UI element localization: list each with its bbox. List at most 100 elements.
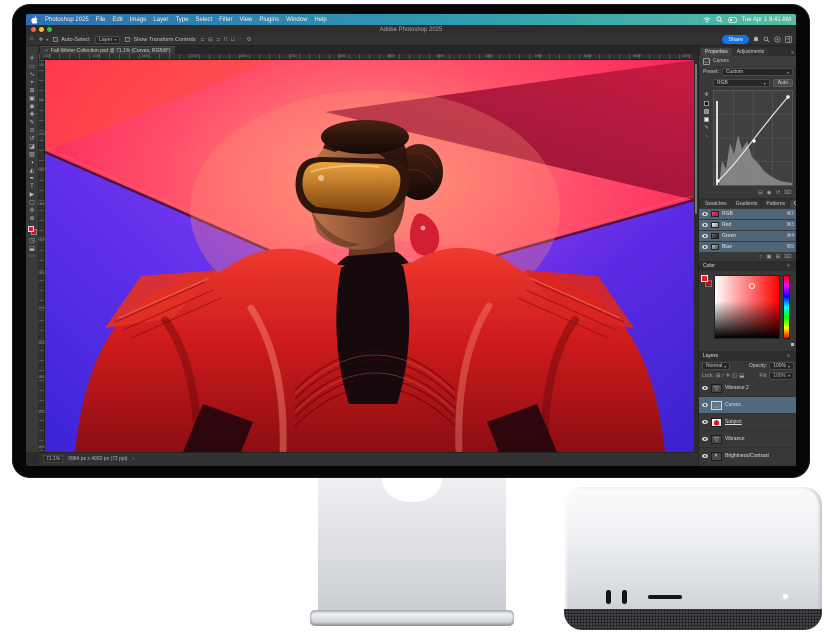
object-selection-tool[interactable]: ⌖ (30, 80, 33, 87)
curve-pencil-icon[interactable]: ✎ (704, 125, 709, 131)
layer-thumbnail[interactable]: ◐ (711, 452, 722, 461)
visibility-eye-icon[interactable] (702, 212, 708, 216)
gradient-tool[interactable]: ▨ (29, 152, 35, 159)
history-brush-tool[interactable]: ↺ (29, 136, 34, 143)
blend-mode-dropdown[interactable]: Normal▾ (702, 362, 730, 370)
pen-tool[interactable]: ✒ (29, 176, 34, 183)
lock-position-icon[interactable]: ✛ (725, 373, 730, 379)
layer-row[interactable]: ◐ Brightness/Contrast (699, 448, 796, 465)
panel-menu-icon[interactable]: ≡ (787, 263, 790, 269)
menu-item[interactable]: Plugins (259, 17, 279, 23)
menu-item[interactable]: Layer (153, 17, 168, 23)
menu-item[interactable]: File (96, 17, 106, 23)
menu-item[interactable]: Edit (112, 17, 122, 23)
tab-adjustments[interactable]: Adjustments (733, 48, 769, 56)
menu-item[interactable]: Select (195, 17, 212, 23)
foreground-background-swatches[interactable] (28, 226, 37, 235)
align-right-icon[interactable]: ⊐ (216, 37, 221, 43)
notifications-bell-icon[interactable] (753, 36, 759, 43)
targeted-adjustment-icon[interactable]: ✜ (704, 92, 709, 98)
healing-brush-tool[interactable]: ✚ (29, 112, 34, 119)
dodge-tool[interactable]: ◭ (30, 168, 35, 175)
zoom-level-field[interactable]: 71.1% (43, 455, 63, 463)
menu-bar-clock[interactable]: Tue Apr 1 9:41 AM (742, 17, 791, 23)
target-mode-dropdown[interactable]: Layer▾ (95, 36, 121, 44)
control-center-icon[interactable] (728, 17, 737, 23)
layer-name[interactable]: Curves (725, 402, 741, 408)
spotlight-search-icon[interactable] (716, 16, 723, 23)
visibility-eye-icon[interactable] (702, 403, 708, 407)
move-tool[interactable]: ✛ (29, 56, 34, 63)
delete-adjustment-icon[interactable]: ⌦ (784, 190, 792, 196)
tab-channels[interactable]: Channels (790, 200, 796, 208)
menu-item[interactable]: Image (130, 17, 147, 23)
channel-dropdown[interactable]: RGB ▾ (713, 79, 770, 87)
hue-slider[interactable] (783, 275, 790, 339)
gray-point-eyedropper-icon[interactable] (704, 109, 709, 114)
workspace-switcher-icon[interactable] (785, 36, 792, 43)
blur-tool[interactable]: ◑ (30, 160, 34, 167)
save-selection-icon[interactable]: ▣ (766, 254, 771, 260)
show-transform-checkbox[interactable]: Show Transform Controls (125, 37, 195, 43)
panel-resize-handle[interactable] (791, 343, 794, 346)
align-bottom-icon[interactable]: ⊔ (231, 37, 235, 43)
menu-item[interactable]: Filter (219, 17, 232, 23)
black-point-eyedropper-icon[interactable] (704, 101, 709, 106)
color-picker-cursor[interactable] (749, 283, 755, 289)
canvas[interactable] (45, 60, 694, 452)
quick-mask-icon[interactable]: ⬓ (29, 246, 35, 253)
tab-patterns[interactable]: Patterns (762, 200, 789, 208)
menu-item[interactable]: Help (314, 17, 326, 23)
visibility-eye-icon[interactable] (702, 223, 708, 227)
lock-all-icon[interactable]: ⬓ (739, 373, 744, 379)
load-selection-icon[interactable]: ○ (759, 254, 762, 260)
shape-tool[interactable]: ▢ (29, 200, 35, 207)
search-icon[interactable] (763, 36, 770, 43)
brush-tool[interactable]: ✎ (29, 120, 34, 127)
zoom-tool[interactable]: ⊕ (29, 216, 34, 223)
channel-item[interactable]: RGB ⌘2 (699, 209, 796, 219)
layer-thumbnail[interactable] (711, 418, 722, 427)
edit-toolbar-icon[interactable]: ◳ (29, 238, 35, 245)
layer-name[interactable]: Vibrance (725, 436, 745, 442)
clone-stamp-tool[interactable]: ⊙ (29, 128, 34, 135)
visibility-eye-icon[interactable] (702, 420, 708, 424)
auto-select-checkbox[interactable]: Auto-Select (53, 37, 89, 43)
color-swatches[interactable] (701, 275, 713, 295)
visibility-eye-icon[interactable] (702, 454, 708, 458)
saturation-square[interactable] (714, 275, 780, 339)
layer-name[interactable]: Subject (725, 419, 742, 425)
move-tool-option[interactable]: ✛▾ (39, 37, 49, 43)
layer-row[interactable]: ◡ Curves (699, 397, 796, 414)
wifi-icon[interactable] (703, 17, 711, 23)
tab-swatches[interactable]: Swatches (701, 200, 731, 208)
menu-item[interactable]: Photoshop 2025 (45, 17, 89, 23)
preset-dropdown[interactable]: Custom ▾ (722, 68, 793, 76)
opacity-dropdown[interactable]: 100%▾ (769, 362, 794, 370)
layer-name[interactable]: Vibrance 2 (725, 385, 749, 391)
layer-row[interactable]: ▽ Vibrance 2 (699, 380, 796, 397)
tab-properties[interactable]: Properties (701, 48, 732, 56)
eraser-tool[interactable]: ◪ (29, 144, 35, 151)
layer-thumbnail[interactable]: ◡ (711, 401, 722, 410)
layer-row[interactable]: Subject (699, 414, 796, 431)
lock-pixels-icon[interactable]: ∕ (723, 373, 724, 379)
menu-item[interactable]: Type (175, 17, 188, 23)
crop-tool[interactable]: ⊞ (29, 88, 34, 95)
document-tab[interactable]: × Fall-Winter-Collection.psd @ 71.1% (Cu… (40, 46, 175, 54)
more-options-icon[interactable]: ⋯ (238, 37, 244, 43)
layer-thumbnail[interactable]: ▽ (711, 435, 722, 444)
lock-artboard-icon[interactable]: ◫ (732, 373, 737, 379)
white-point-eyedropper-icon[interactable] (704, 117, 709, 122)
align-left-icon[interactable]: ⊏ (201, 37, 206, 43)
channel-item[interactable]: Red ⌘3 (699, 220, 796, 230)
frame-tool[interactable]: ▣ (29, 96, 35, 103)
marquee-tool[interactable]: ▭ (29, 64, 35, 71)
visibility-eye-icon[interactable] (702, 437, 708, 441)
tab-gradients[interactable]: Gradients (732, 200, 762, 208)
menu-item[interactable]: Window (286, 17, 307, 23)
panel-menu-icon[interactable]: ≡ (787, 353, 790, 359)
menu-item[interactable]: View (239, 17, 252, 23)
align-top-icon[interactable]: ⊓ (223, 37, 227, 43)
channel-item[interactable]: Blue ⌘5 (699, 242, 796, 252)
